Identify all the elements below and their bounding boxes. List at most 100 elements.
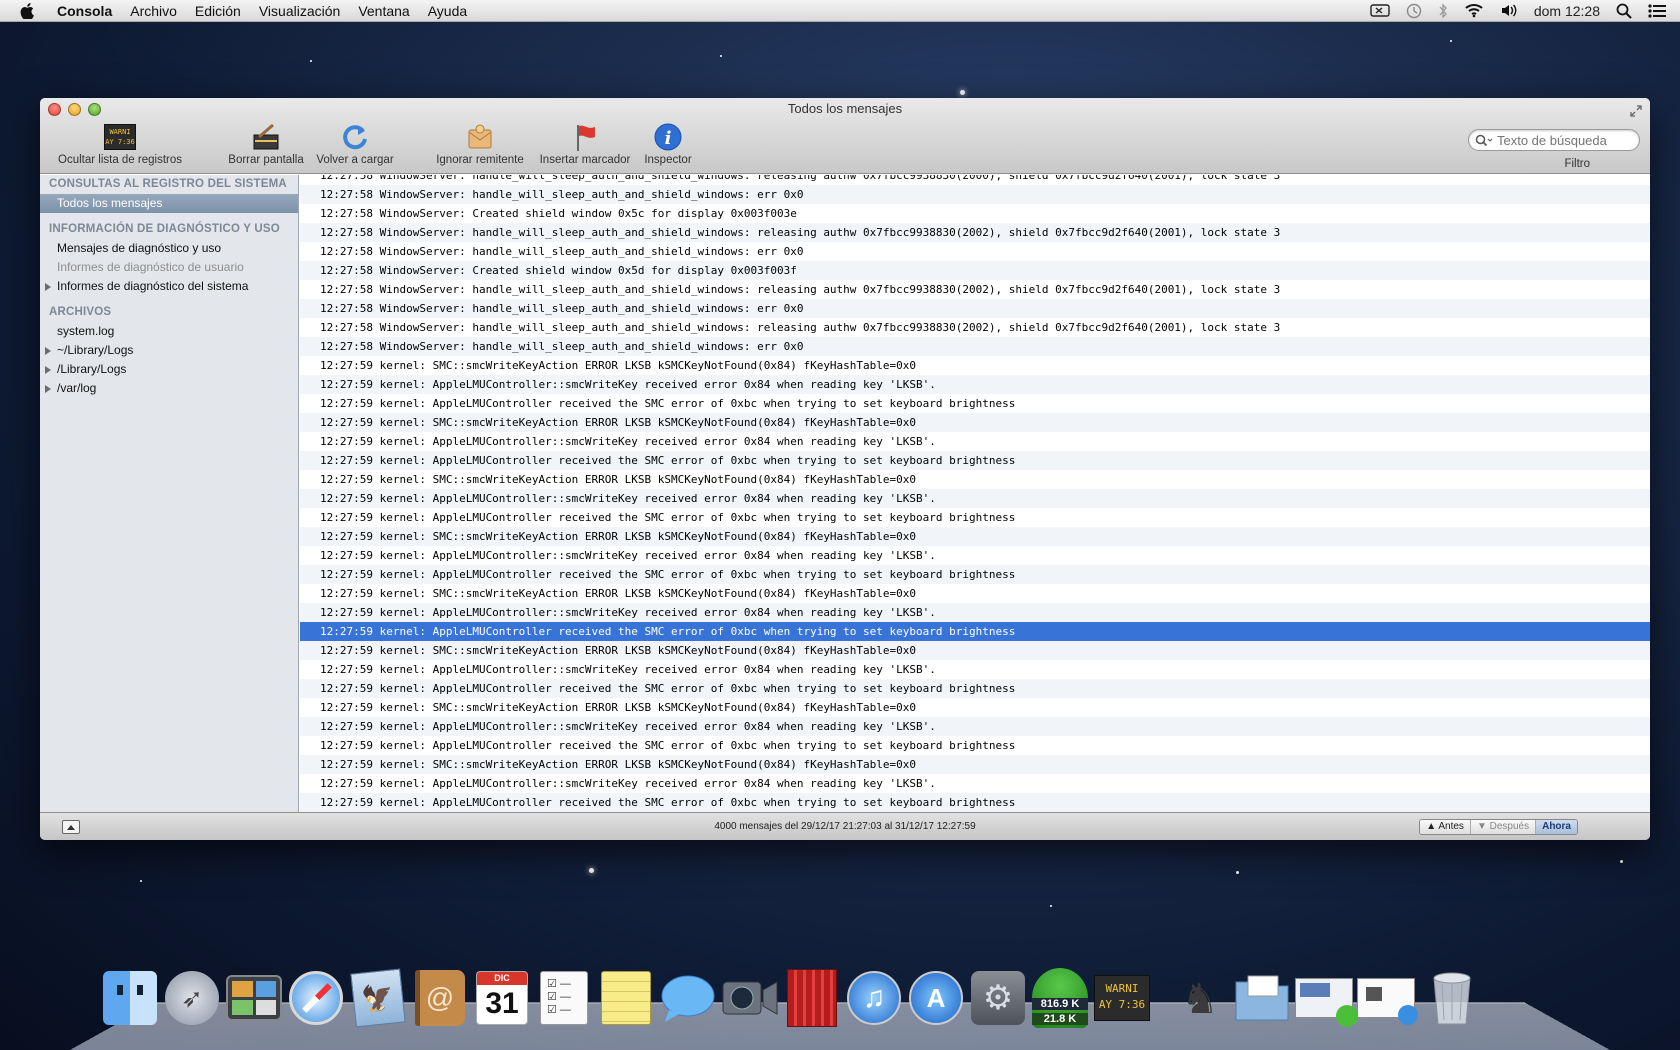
- spotlight-icon[interactable]: [1616, 3, 1632, 19]
- dock-chess-icon[interactable]: ♞: [1170, 968, 1230, 1028]
- menu-ayuda[interactable]: Ayuda: [419, 3, 476, 19]
- clear-display-button[interactable]: Borrar pantalla: [226, 122, 306, 170]
- log-row[interactable]: 12:27:58 WindowServer: handle_will_sleep…: [300, 242, 1650, 261]
- sidebar-item-all-messages[interactable]: Todos los mensajes: [40, 194, 298, 213]
- log-row[interactable]: 12:27:59 kernel: AppleLMUController rece…: [300, 793, 1650, 812]
- log-row[interactable]: 12:27:59 kernel: SMC::smcWriteKeyAction …: [300, 413, 1650, 432]
- dock-contacts-icon[interactable]: @: [410, 968, 470, 1028]
- log-row[interactable]: 12:27:59 kernel: AppleLMUController::smc…: [300, 432, 1650, 451]
- log-row[interactable]: 12:27:59 kernel: AppleLMUController::smc…: [300, 774, 1650, 793]
- clock[interactable]: dom 12:28: [1534, 3, 1600, 19]
- sidebar-item-system-log[interactable]: system.log: [40, 322, 298, 341]
- log-row[interactable]: 12:27:59 kernel: AppleLMUController rece…: [300, 679, 1650, 698]
- log-row[interactable]: 12:27:59 kernel: AppleLMUController::smc…: [300, 489, 1650, 508]
- dock-mission-control-icon[interactable]: [224, 968, 284, 1028]
- log-row[interactable]: 12:27:58 WindowServer: handle_will_sleep…: [300, 280, 1650, 299]
- dock-minimized-window-icon[interactable]: [1356, 968, 1416, 1028]
- keyboard-status-icon[interactable]: [1370, 4, 1390, 17]
- dock-reminders-icon[interactable]: ☑ — ☑ — ☑ —: [534, 968, 594, 1028]
- wifi-icon[interactable]: [1464, 3, 1484, 18]
- sidebar-item-library-logs[interactable]: /Library/Logs: [40, 360, 298, 379]
- log-row[interactable]: 12:27:59 kernel: SMC::smcWriteKeyAction …: [300, 470, 1650, 489]
- fullscreen-icon[interactable]: [1630, 104, 1642, 116]
- disclosure-triangle-icon[interactable]: [45, 347, 51, 355]
- log-row[interactable]: 12:27:58 WindowServer: handle_will_sleep…: [300, 175, 1650, 185]
- dock-messages-icon[interactable]: [658, 968, 718, 1028]
- dock-app-store-icon[interactable]: A: [906, 968, 966, 1028]
- log-row[interactable]: 12:27:58 WindowServer: Created shield wi…: [300, 261, 1650, 280]
- log-row-selected[interactable]: 12:27:59 kernel: AppleLMUController rece…: [300, 622, 1650, 641]
- log-row[interactable]: 12:27:59 kernel: AppleLMUController::smc…: [300, 546, 1650, 565]
- log-row[interactable]: 12:27:59 kernel: AppleLMUController rece…: [300, 736, 1650, 755]
- dock-photo-booth-icon[interactable]: [782, 968, 842, 1028]
- search-input[interactable]: [1497, 133, 1627, 148]
- log-row[interactable]: 12:27:59 kernel: AppleLMUController rece…: [300, 394, 1650, 413]
- reload-button[interactable]: Volver a cargar: [315, 122, 395, 170]
- apple-menu-icon[interactable]: [18, 2, 36, 20]
- log-row[interactable]: 12:27:58 WindowServer: handle_will_sleep…: [300, 185, 1650, 204]
- sidebar-item-diag-messages[interactable]: Mensajes de diagnóstico y uso: [40, 239, 298, 258]
- log-row[interactable]: 12:27:58 WindowServer: handle_will_sleep…: [300, 337, 1650, 356]
- log-row[interactable]: 12:27:59 kernel: AppleLMUController::smc…: [300, 717, 1650, 736]
- log-row[interactable]: 12:27:59 kernel: AppleLMUController::smc…: [300, 603, 1650, 622]
- later-button[interactable]: ▼ Después: [1471, 820, 1536, 834]
- notification-center-icon[interactable]: [1648, 4, 1666, 18]
- menu-visualizacion[interactable]: Visualización: [250, 3, 349, 19]
- menu-ventana[interactable]: Ventana: [349, 3, 418, 19]
- menu-edicion[interactable]: Edición: [186, 3, 250, 19]
- log-row[interactable]: 12:27:58 WindowServer: Created shield wi…: [300, 204, 1650, 223]
- log-row[interactable]: 12:27:59 kernel: AppleLMUController::smc…: [300, 660, 1650, 679]
- sidebar-item-label: /var/log: [57, 381, 96, 395]
- log-row[interactable]: 12:27:59 kernel: AppleLMUController rece…: [300, 565, 1650, 584]
- log-row[interactable]: 12:27:58 WindowServer: handle_will_sleep…: [300, 318, 1650, 337]
- disclosure-triangle-icon[interactable]: [45, 283, 51, 291]
- log-row[interactable]: 12:27:59 kernel: SMC::smcWriteKeyAction …: [300, 527, 1650, 546]
- dock-documents-folder-icon[interactable]: [1232, 968, 1292, 1028]
- sidebar-item-user-library-logs[interactable]: ~/Library/Logs: [40, 341, 298, 360]
- sidebar-item-var-log[interactable]: /var/log: [40, 379, 298, 398]
- dock-mail-icon[interactable]: 🦅: [348, 968, 408, 1028]
- dock-console-icon[interactable]: WARNI AY 7:36: [1092, 968, 1152, 1028]
- sidebar-item-user-reports[interactable]: Informes de diagnóstico de usuario: [40, 258, 298, 277]
- menu-archivo[interactable]: Archivo: [121, 3, 186, 19]
- disclosure-triangle-icon[interactable]: [45, 366, 51, 374]
- bluetooth-icon[interactable]: [1438, 3, 1448, 19]
- dock-calendar-icon[interactable]: DIC 31: [472, 968, 532, 1028]
- log-row[interactable]: 12:27:58 WindowServer: handle_will_sleep…: [300, 223, 1650, 242]
- log-row[interactable]: 12:27:59 kernel: AppleLMUController::smc…: [300, 375, 1650, 394]
- log-row[interactable]: 12:27:59 kernel: SMC::smcWriteKeyAction …: [300, 584, 1650, 603]
- sidebar-item-system-reports[interactable]: Informes de diagnóstico del sistema: [40, 277, 298, 296]
- log-messages-list[interactable]: 12:27:58 WindowServer: handle_will_sleep…: [300, 175, 1650, 812]
- earlier-button[interactable]: ▲ Antes: [1420, 820, 1471, 834]
- menu-app-name[interactable]: Consola: [48, 3, 121, 19]
- dock-launchpad-icon[interactable]: ➶: [162, 968, 222, 1028]
- insert-marker-button[interactable]: Insertar marcador: [536, 122, 634, 170]
- volume-icon[interactable]: [1500, 3, 1518, 18]
- dock-system-preferences-icon[interactable]: ⚙: [968, 968, 1028, 1028]
- net-download-rate: 21.8 K: [1032, 1013, 1088, 1025]
- log-row[interactable]: 12:27:59 kernel: SMC::smcWriteKeyAction …: [300, 755, 1650, 774]
- log-row[interactable]: 12:27:58 WindowServer: handle_will_sleep…: [300, 299, 1650, 318]
- time-machine-icon[interactable]: [1406, 3, 1422, 19]
- search-field[interactable]: [1468, 129, 1640, 151]
- log-row[interactable]: 12:27:59 kernel: AppleLMUController rece…: [300, 508, 1650, 527]
- log-row[interactable]: 12:27:59 kernel: AppleLMUController rece…: [300, 451, 1650, 470]
- log-row[interactable]: 12:27:59 kernel: SMC::smcWriteKeyAction …: [300, 641, 1650, 660]
- ignore-sender-button[interactable]: Ignorar remitente: [432, 122, 528, 170]
- inspector-button[interactable]: i Inspector: [640, 122, 696, 170]
- hide-log-list-button[interactable]: WARNI AY 7:36 Ocultar lista de registros: [49, 122, 191, 170]
- dock-notes-icon[interactable]: [596, 968, 656, 1028]
- dock-facetime-icon[interactable]: [720, 968, 780, 1028]
- dock-downloads-stack-icon[interactable]: [1294, 968, 1354, 1028]
- log-row[interactable]: 12:27:59 kernel: SMC::smcWriteKeyAction …: [300, 698, 1650, 717]
- dock-finder-icon[interactable]: [100, 968, 160, 1028]
- log-row[interactable]: 12:27:59 kernel: SMC::smcWriteKeyAction …: [300, 356, 1650, 375]
- filter-label: Filtro: [1564, 158, 1590, 170]
- earlier-label: Antes: [1438, 821, 1464, 832]
- disclosure-triangle-icon[interactable]: [45, 385, 51, 393]
- dock-network-monitor-icon[interactable]: 816.9 K 21.8 K: [1030, 968, 1090, 1028]
- now-button[interactable]: Ahora: [1536, 820, 1577, 834]
- dock-itunes-icon[interactable]: ♫: [844, 968, 904, 1028]
- dock-trash-icon[interactable]: [1422, 968, 1482, 1028]
- dock-safari-icon[interactable]: [286, 968, 346, 1028]
